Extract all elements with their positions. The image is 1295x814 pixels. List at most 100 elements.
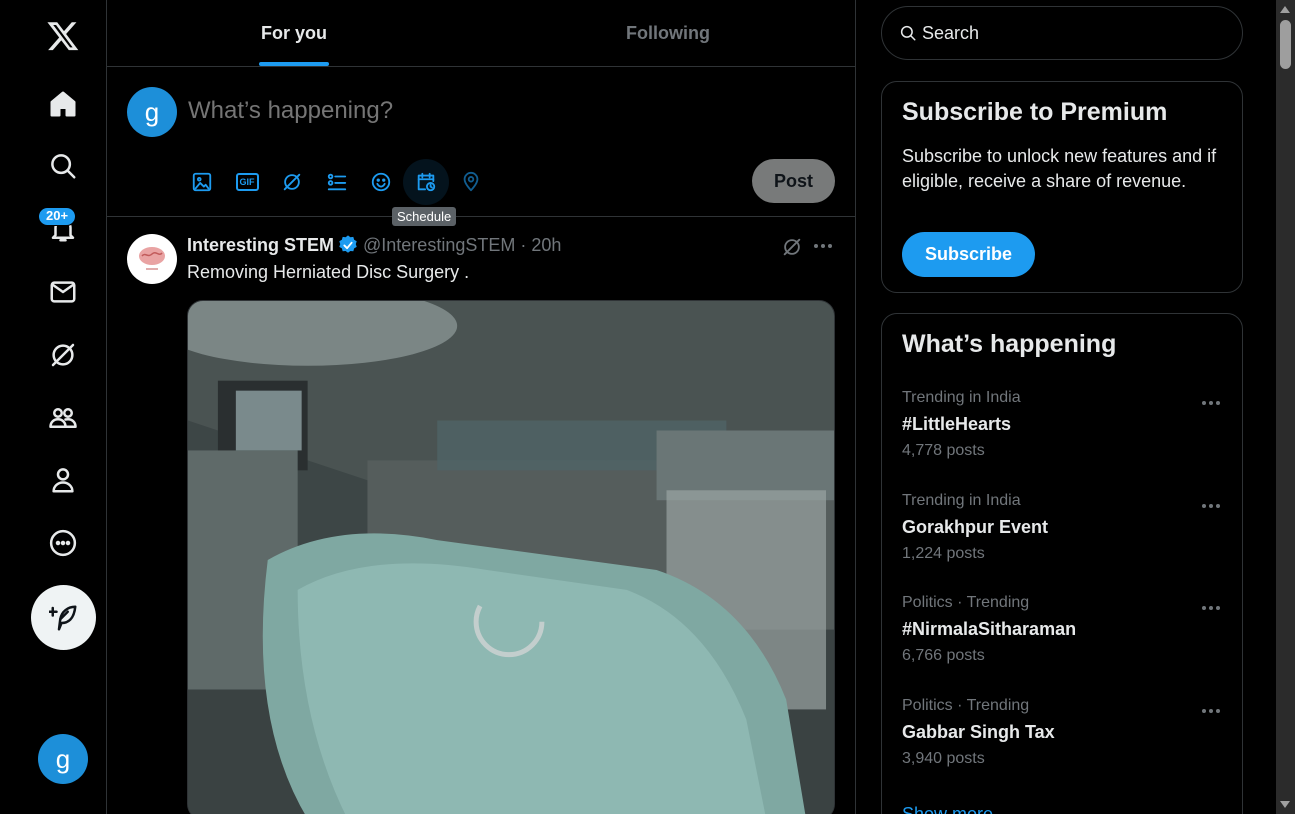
tweet-separator: · (520, 234, 527, 255)
trend-more-button[interactable] (1197, 494, 1225, 518)
grok-icon (51, 343, 75, 367)
trend-item[interactable]: Politics · Trending Gabbar Singh Tax 3,9… (882, 697, 1242, 797)
tab-label: Following (626, 22, 710, 43)
trend-context: Politics · Trending (902, 594, 1030, 611)
more-dots-icon (1202, 709, 1220, 713)
grok-icon (783, 238, 801, 256)
timeline-tabs: For you Following (107, 0, 855, 67)
whats-happening-title: What’s happening (902, 330, 1117, 358)
image-icon (192, 172, 212, 192)
search-input[interactable] (922, 22, 1222, 44)
tweet-author-name[interactable]: Interesting STEM (187, 235, 334, 256)
nav-more[interactable] (38, 518, 88, 568)
composer-avatar: g (127, 87, 177, 137)
subscribe-button[interactable]: Subscribe (902, 232, 1035, 277)
trend-name: Gabbar Singh Tax (902, 722, 1055, 742)
tweet-header: Interesting STEM @InterestingSTEM · 20h (187, 234, 561, 256)
more-dots-icon (1202, 606, 1220, 610)
tweet-text: Removing Herniated Disc Surgery . (187, 262, 470, 282)
nav-communities[interactable] (38, 393, 88, 443)
trend-name: #LittleHearts (902, 414, 1012, 434)
mail-icon (50, 281, 76, 303)
page-scrollbar[interactable] (1276, 0, 1295, 814)
video-frame-image (188, 301, 834, 814)
trend-count: 1,224 posts (902, 545, 985, 562)
trend-context: Politics · Trending (902, 697, 1030, 714)
trend-item[interactable]: Trending in India #LittleHearts 4,778 po… (882, 389, 1242, 489)
nav-grok[interactable] (38, 330, 88, 380)
tweet-grok-button[interactable] (777, 232, 807, 262)
poll-icon (327, 173, 347, 191)
trend-name: #NirmalaSitharaman (902, 619, 1077, 639)
communities-icon (49, 408, 77, 428)
location-button[interactable] (448, 159, 494, 205)
whats-happening-card: What’s happening Trending in India #Litt… (881, 313, 1243, 814)
trend-context: Trending in India (902, 492, 1021, 509)
right-sidebar: Subscribe to Premium Subscribe to unlock… (856, 0, 1276, 814)
more-dots-icon (814, 244, 832, 248)
scrollbar-thumb[interactable] (1280, 20, 1291, 69)
search-icon (51, 154, 76, 179)
main-timeline: For you Following g GIF Post S (107, 0, 856, 814)
location-pin-icon (463, 171, 479, 192)
nav-messages[interactable] (38, 267, 88, 317)
post-button[interactable]: Post (752, 159, 835, 203)
home-icon (50, 91, 76, 117)
emoji-button[interactable] (358, 159, 404, 205)
gif-icon: GIF (235, 173, 259, 191)
poll-button[interactable] (314, 159, 360, 205)
trend-name: Gorakhpur Event (902, 517, 1049, 537)
trend-item[interactable]: Trending in India Gorakhpur Event 1,224 … (882, 492, 1242, 592)
tweet-more-button[interactable] (807, 230, 839, 262)
more-icon (49, 529, 77, 557)
x-logo-icon[interactable] (38, 11, 88, 61)
composer-input[interactable] (188, 97, 748, 125)
nav-home[interactable] (38, 79, 88, 129)
trend-more-button[interactable] (1197, 699, 1225, 723)
tweet-handle[interactable]: @InterestingSTEM (363, 235, 515, 256)
calendar-clock-icon (417, 172, 436, 192)
search-icon (900, 25, 916, 41)
gif-button[interactable]: GIF (224, 159, 270, 205)
brain-logo-icon (139, 247, 165, 270)
post-composer: g GIF Post Schedule (107, 67, 855, 226)
trend-count: 6,766 posts (902, 647, 985, 664)
premium-card: Subscribe to Premium Subscribe to unlock… (881, 81, 1243, 293)
trend-count: 4,778 posts (902, 442, 985, 459)
emoji-icon (371, 172, 391, 192)
search-box[interactable] (881, 6, 1243, 60)
account-avatar[interactable]: g (38, 734, 88, 784)
tweet-video[interactable] (187, 300, 835, 814)
tweet-author-avatar[interactable] (127, 234, 177, 284)
tweet-time[interactable]: 20h (531, 235, 561, 256)
media-button[interactable] (179, 159, 225, 205)
trend-more-button[interactable] (1197, 596, 1225, 620)
premium-title: Subscribe to Premium (902, 98, 1168, 126)
notifications-badge: 20+ (38, 207, 77, 226)
tab-label: For you (261, 22, 327, 43)
trend-context: Trending in India (902, 389, 1021, 406)
more-dots-icon (1202, 504, 1220, 508)
verified-badge-icon[interactable] (337, 234, 359, 256)
trend-more-button[interactable] (1197, 391, 1225, 415)
trend-count: 3,940 posts (902, 750, 985, 767)
show-more-link[interactable]: Show more (902, 804, 993, 814)
grok-button[interactable] (269, 159, 315, 205)
nav-profile[interactable] (38, 455, 88, 505)
nav-explore[interactable] (38, 141, 88, 191)
feather-plus-icon (48, 605, 76, 630)
premium-description: Subscribe to unlock new features and if … (902, 146, 1217, 191)
scroll-up-arrow-icon[interactable] (1280, 6, 1290, 13)
profile-icon (52, 468, 74, 493)
active-tab-indicator (259, 62, 329, 66)
trend-item[interactable]: Politics · Trending #NirmalaSitharaman 6… (882, 594, 1242, 694)
schedule-button[interactable] (403, 159, 449, 205)
left-nav: 20+ g (0, 0, 107, 814)
tab-following[interactable]: Following (481, 0, 855, 66)
more-dots-icon (1202, 401, 1220, 405)
scroll-down-arrow-icon[interactable] (1280, 801, 1290, 808)
tab-for-you[interactable]: For you (107, 0, 481, 66)
grok-icon (283, 173, 301, 191)
compose-post-button[interactable] (31, 585, 96, 650)
tweet[interactable]: Interesting STEM @InterestingSTEM · 20h … (107, 218, 855, 814)
